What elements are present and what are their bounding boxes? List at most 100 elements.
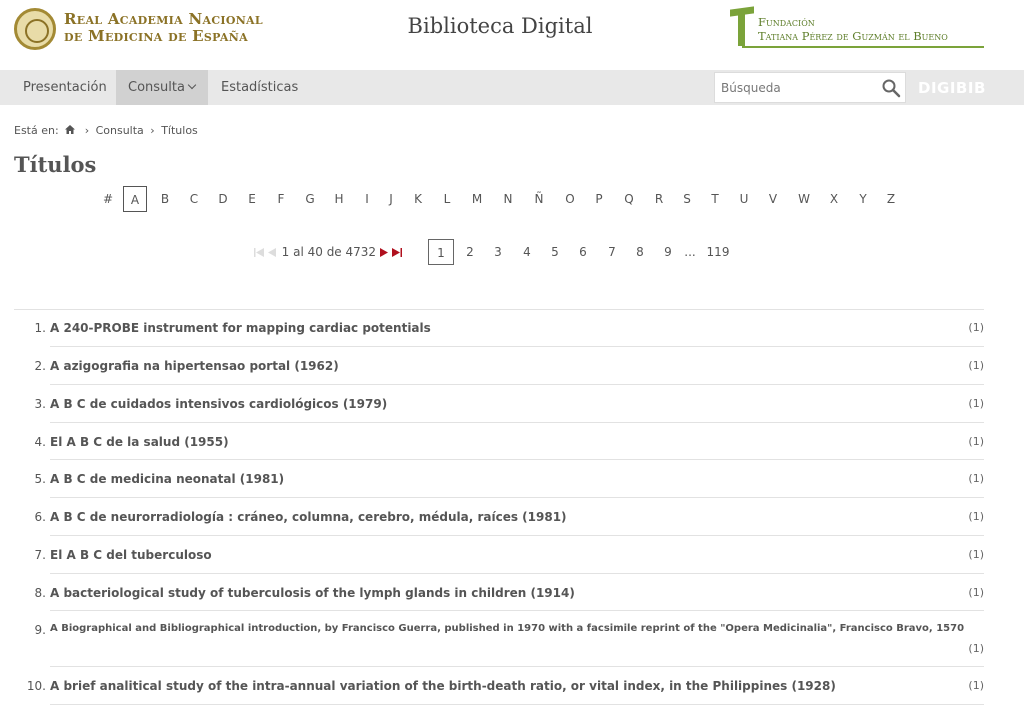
first-page-icon[interactable] xyxy=(254,248,264,257)
alphabet-letter[interactable]: M xyxy=(465,186,489,212)
list-divider xyxy=(14,309,984,310)
pagination-ellipsis: ... xyxy=(684,245,696,259)
search-box xyxy=(714,72,906,103)
list-divider xyxy=(50,704,984,705)
alphabet-letter[interactable]: H xyxy=(327,186,351,212)
alphabet-letter[interactable]: I xyxy=(355,186,379,212)
foundation-t-icon xyxy=(728,6,756,46)
last-page-icon[interactable] xyxy=(391,248,402,257)
list-item-title-link[interactable]: A azigografia na hipertensao portal (196… xyxy=(50,359,339,373)
list-item-number: 7. xyxy=(34,548,46,562)
list-divider xyxy=(50,422,984,423)
list-item-number: 5. xyxy=(34,472,46,486)
list-item-title-link[interactable]: El A B C de la salud (1955) xyxy=(50,435,229,449)
pagination-summary: 1 al 40 de 4732 xyxy=(254,244,402,260)
alphabet-letter[interactable]: J xyxy=(379,186,403,212)
list-item-number: 9. xyxy=(34,623,46,637)
nav-item-consulta[interactable]: Consulta xyxy=(116,70,208,105)
alphabet-letter[interactable]: # xyxy=(96,186,120,212)
list-item-number: 4. xyxy=(34,435,46,449)
list-divider xyxy=(50,346,984,347)
search-input[interactable] xyxy=(715,73,875,102)
alphabet-letter[interactable]: W xyxy=(792,186,816,212)
pagination-page[interactable]: 5 xyxy=(542,239,568,265)
list-item-title-link[interactable]: A B C de cuidados intensivos cardiológic… xyxy=(50,397,387,411)
list-item-count: (1) xyxy=(968,472,984,485)
list-divider xyxy=(50,573,984,574)
list-divider xyxy=(50,384,984,385)
list-item-count: (1) xyxy=(968,359,984,372)
chevron-down-icon xyxy=(187,80,197,90)
pagination-page[interactable]: 4 xyxy=(514,239,540,265)
alphabet-letter[interactable]: P xyxy=(587,186,611,212)
site-header: Real Academia Nacional de Medicina de Es… xyxy=(0,0,1024,70)
next-page-icon[interactable] xyxy=(379,248,388,257)
list-item-title-link[interactable]: A brief analitical study of the intra-an… xyxy=(50,679,836,693)
list-item-number: 3. xyxy=(34,397,46,411)
alphabet-letter[interactable]: Z xyxy=(879,186,903,212)
alphabet-letter[interactable]: T xyxy=(703,186,727,212)
alphabet-letter[interactable]: G xyxy=(298,186,322,212)
alphabet-letter[interactable]: X xyxy=(822,186,846,212)
alphabet-letter[interactable]: E xyxy=(240,186,264,212)
list-divider xyxy=(50,666,984,667)
alphabet-letter[interactable]: B xyxy=(153,186,177,212)
foundation-logo[interactable]: Fundación Tatiana Pérez de Guzmán el Bue… xyxy=(728,6,986,50)
pagination-page[interactable]: 7 xyxy=(599,239,625,265)
pagination-page[interactable]: 119 xyxy=(702,239,734,265)
list-item-number: 1. xyxy=(34,321,46,335)
alphabet-letter[interactable]: V xyxy=(761,186,785,212)
alphabet-letter[interactable]: K xyxy=(406,186,430,212)
list-divider xyxy=(50,497,984,498)
alphabet-letter[interactable]: D xyxy=(211,186,235,212)
alphabet-letter[interactable]: N xyxy=(496,186,520,212)
pagination-page[interactable]: 1 xyxy=(428,239,454,265)
breadcrumb-titulos: Títulos xyxy=(161,124,198,137)
foundation-name-line2: Tatiana Pérez de Guzmán el Bueno xyxy=(758,29,948,43)
search-icon[interactable] xyxy=(881,78,901,98)
alphabet-letter[interactable]: A xyxy=(123,186,147,212)
alphabet-letter[interactable]: Ñ xyxy=(527,186,551,212)
alphabet-letter[interactable]: L xyxy=(435,186,459,212)
alphabet-letter[interactable]: C xyxy=(182,186,206,212)
breadcrumb-consulta[interactable]: Consulta xyxy=(96,124,144,137)
alphabet-letter[interactable]: O xyxy=(558,186,582,212)
pagination-range: 1 al 40 de 4732 xyxy=(281,245,377,259)
page-title: Títulos xyxy=(14,152,97,177)
list-item-title-link[interactable]: A 240-PROBE instrument for mapping cardi… xyxy=(50,321,431,335)
pagination-page[interactable]: 2 xyxy=(457,239,483,265)
digibib-logo[interactable]: DIGIBIB xyxy=(918,79,986,97)
list-item-title-link[interactable]: A B C de medicina neonatal (1981) xyxy=(50,472,284,486)
pagination-page[interactable]: 6 xyxy=(570,239,596,265)
pagination-page[interactable]: 8 xyxy=(627,239,653,265)
alphabet-letter[interactable]: Q xyxy=(617,186,641,212)
list-item-count: (1) xyxy=(968,435,984,448)
prev-page-icon[interactable] xyxy=(267,248,276,257)
list-item-title-link[interactable]: A Biographical and Bibliographical intro… xyxy=(50,623,964,634)
nav-item-estadisticas[interactable]: Estadísticas xyxy=(209,70,310,105)
list-item-title-link[interactable]: A B C de neurorradiología : cráneo, colu… xyxy=(50,510,567,524)
home-icon[interactable] xyxy=(65,125,76,134)
list-item-count: (1) xyxy=(968,586,984,599)
alphabet-letter[interactable]: R xyxy=(647,186,671,212)
list-item-title-link[interactable]: El A B C del tuberculoso xyxy=(50,548,212,562)
list-item-number: 2. xyxy=(34,359,46,373)
list-item-count: (1) xyxy=(968,548,984,561)
list-item-count: (1) xyxy=(968,321,984,334)
list-item-count: (1) xyxy=(968,510,984,523)
list-item-count: (1) xyxy=(968,679,984,692)
nav-item-presentacion[interactable]: Presentación xyxy=(11,70,119,105)
list-item-number: 6. xyxy=(34,510,46,524)
foundation-name: Fundación Tatiana Pérez de Guzmán el Bue… xyxy=(758,15,948,43)
alphabet-letter[interactable]: S xyxy=(675,186,699,212)
list-item-title-link[interactable]: A bacteriological study of tuberculosis … xyxy=(50,586,575,600)
pagination-page[interactable]: 3 xyxy=(485,239,511,265)
list-item-count: (1) xyxy=(968,397,984,410)
pagination-page[interactable]: 9 xyxy=(655,239,681,265)
alphabet-letter[interactable]: U xyxy=(732,186,756,212)
alphabet-letter[interactable]: Y xyxy=(851,186,875,212)
list-item-number: 10. xyxy=(26,679,46,693)
alphabet-letter[interactable]: F xyxy=(269,186,293,212)
list-item-number: 8. xyxy=(34,586,46,600)
foundation-underline xyxy=(742,46,984,48)
